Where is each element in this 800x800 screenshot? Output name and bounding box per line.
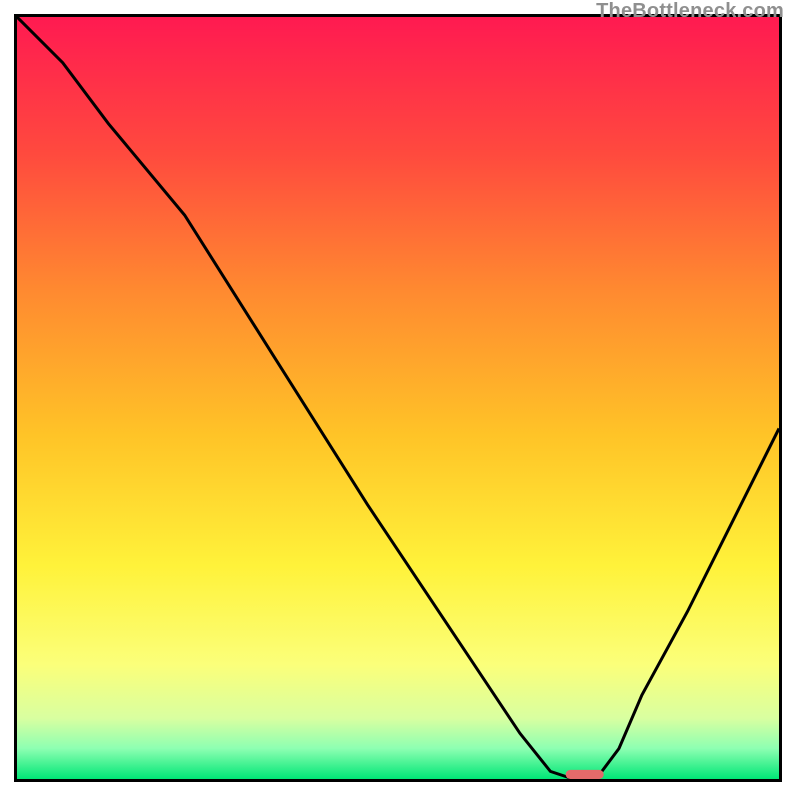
chart-frame: [14, 14, 782, 782]
bottleneck-chart: [17, 17, 779, 779]
chart-background: [17, 17, 779, 779]
watermark-label: TheBottleneck.com: [596, 0, 784, 23]
optimal-point-marker: [566, 770, 604, 779]
